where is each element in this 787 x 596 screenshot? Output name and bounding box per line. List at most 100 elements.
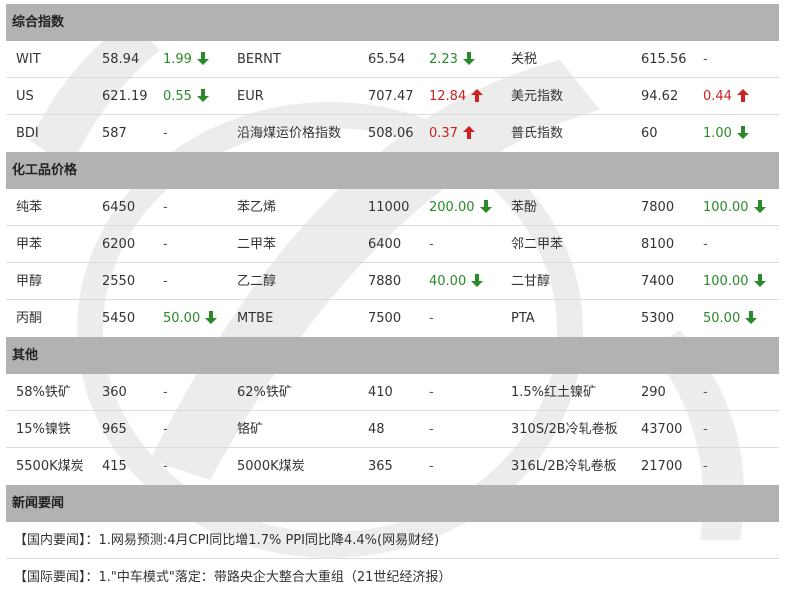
item-name: 甲醇 (16, 274, 43, 289)
table-row: US 621.19 0.55 EUR 707.47 12.84 美元指数 94.62 0.44 (6, 78, 779, 115)
arrow-down-icon (753, 200, 766, 213)
item-change-value: - (703, 422, 708, 437)
table-row: WIT 58.94 1.99 BERNT 65.54 2.23 关税 615.56 - (6, 41, 779, 78)
item-change: - (429, 448, 434, 485)
item-change: 100.00 (703, 189, 766, 226)
item-change: 12.84 (429, 78, 484, 115)
item-change: - (703, 41, 708, 78)
item-change-value: - (703, 237, 708, 252)
item-name: BDI (16, 126, 39, 141)
arrow-down-icon (479, 200, 492, 213)
item-value: 94.62 (641, 89, 679, 104)
item-value: 2550 (102, 274, 136, 289)
item-change-value: 0.37 (429, 126, 458, 141)
item-change-value: - (163, 200, 168, 215)
item-value: 6400 (368, 237, 402, 252)
item-name: 1.5%红土镍矿 (511, 385, 597, 400)
arrow-up-icon (471, 89, 484, 102)
item-change-value: - (163, 237, 168, 252)
item-change-value: 0.55 (163, 89, 192, 104)
arrow-down-icon (462, 52, 475, 65)
item-change: 200.00 (429, 189, 492, 226)
item-change-value: - (163, 422, 168, 437)
item-change: 100.00 (703, 263, 766, 300)
item-change: - (429, 374, 434, 411)
item-name: 纯苯 (16, 200, 43, 215)
item-change: - (163, 374, 168, 411)
item-name: EUR (237, 89, 264, 104)
item-change-value: 100.00 (703, 274, 749, 289)
item-change: 50.00 (703, 300, 758, 337)
item-name: 丙酮 (16, 311, 43, 326)
item-change-value: - (163, 274, 168, 289)
item-name: WIT (16, 52, 41, 67)
arrow-down-icon (736, 126, 749, 139)
item-change: 1.99 (163, 41, 209, 78)
item-change-value: - (429, 459, 434, 474)
item-name: BERNT (237, 52, 281, 67)
item-change-value: 0.44 (703, 89, 732, 104)
section-header: 综合指数 (6, 4, 779, 41)
item-name: 乙二醇 (237, 274, 277, 289)
item-change: - (163, 226, 168, 263)
item-change-value: - (429, 237, 434, 252)
item-change: 2.23 (429, 41, 475, 78)
item-name: 5000K煤炭 (237, 459, 305, 474)
item-change: 0.55 (163, 78, 209, 115)
item-change-value: - (163, 385, 168, 400)
item-change-value: 1.99 (163, 52, 192, 67)
item-name: 沿海煤运价格指数 (237, 126, 342, 141)
item-change: - (703, 226, 708, 263)
item-change-value: - (163, 459, 168, 474)
item-change: 50.00 (163, 300, 218, 337)
arrow-up-icon (462, 126, 475, 139)
item-name: 310S/2B冷轧卷板 (511, 422, 618, 437)
table-row: 甲苯 6200 - 二甲苯 6400 - 邻二甲苯 8100 - (6, 226, 779, 263)
arrow-down-icon (196, 89, 209, 102)
item-change: - (163, 411, 168, 448)
item-name: 二甘醇 (511, 274, 551, 289)
news-item[interactable]: 【国内要闻】：1.网易预测:4月CPI同比增1.7% PPI同比降4.4%(网易… (6, 522, 779, 559)
item-name: 15%镍铁 (16, 422, 71, 437)
item-change: - (163, 263, 168, 300)
item-change: - (429, 226, 434, 263)
item-name: 苯乙烯 (237, 200, 277, 215)
item-change-value: 2.23 (429, 52, 458, 67)
item-value: 65.54 (368, 52, 406, 67)
item-name: US (16, 89, 34, 104)
item-change-value: 100.00 (703, 200, 749, 215)
item-name: 邻二甲苯 (511, 237, 564, 252)
item-change-value: 1.00 (703, 126, 732, 141)
item-name: 58%铁矿 (16, 385, 71, 400)
item-change-value: - (703, 385, 708, 400)
item-change: - (163, 115, 168, 152)
item-value: 621.19 (102, 89, 148, 104)
table-row: BDI 587 - 沿海煤运价格指数 508.06 0.37 普氏指数 60 1.00 (6, 115, 779, 152)
table-row: 纯苯 6450 - 苯乙烯 11000 200.00 苯酚 7800 100.00 (6, 189, 779, 226)
item-value: 43700 (641, 422, 683, 437)
item-change-value: 200.00 (429, 200, 475, 215)
item-value: 707.47 (368, 89, 414, 104)
item-name: PTA (511, 311, 535, 326)
item-change: - (703, 448, 708, 485)
item-value: 7400 (641, 274, 675, 289)
item-change-value: 40.00 (429, 274, 467, 289)
item-change: - (429, 300, 434, 337)
item-name: 甲苯 (16, 237, 43, 252)
section-header: 其他 (6, 337, 779, 374)
item-change: 0.37 (429, 115, 475, 152)
news-item[interactable]: 【国际要闻】：1."中车模式"落定：带路央企大整合大重组（21世纪经济报） (6, 559, 779, 596)
arrow-down-icon (196, 52, 209, 65)
item-name: 5500K煤炭 (16, 459, 84, 474)
table-row: 15%镍铁 965 - 铬矿 48 - 310S/2B冷轧卷板 43700 - (6, 411, 779, 448)
table-row: 丙酮 5450 50.00 MTBE 7500 - PTA 5300 50.00 (6, 300, 779, 337)
market-data-panel: 综合指数 WIT 58.94 1.99 BERNT 65.54 2.23 关税 615.56 - U… (6, 4, 779, 596)
item-name: 316L/2B冷轧卷板 (511, 459, 617, 474)
item-value: 7880 (368, 274, 402, 289)
arrow-down-icon (753, 274, 766, 287)
table-row: 5500K煤炭 415 - 5000K煤炭 365 - 316L/2B冷轧卷板 21700 - (6, 448, 779, 485)
item-change-value: 12.84 (429, 89, 467, 104)
item-name: 美元指数 (511, 89, 564, 104)
item-value: 58.94 (102, 52, 140, 67)
item-change-value: 50.00 (163, 311, 201, 326)
